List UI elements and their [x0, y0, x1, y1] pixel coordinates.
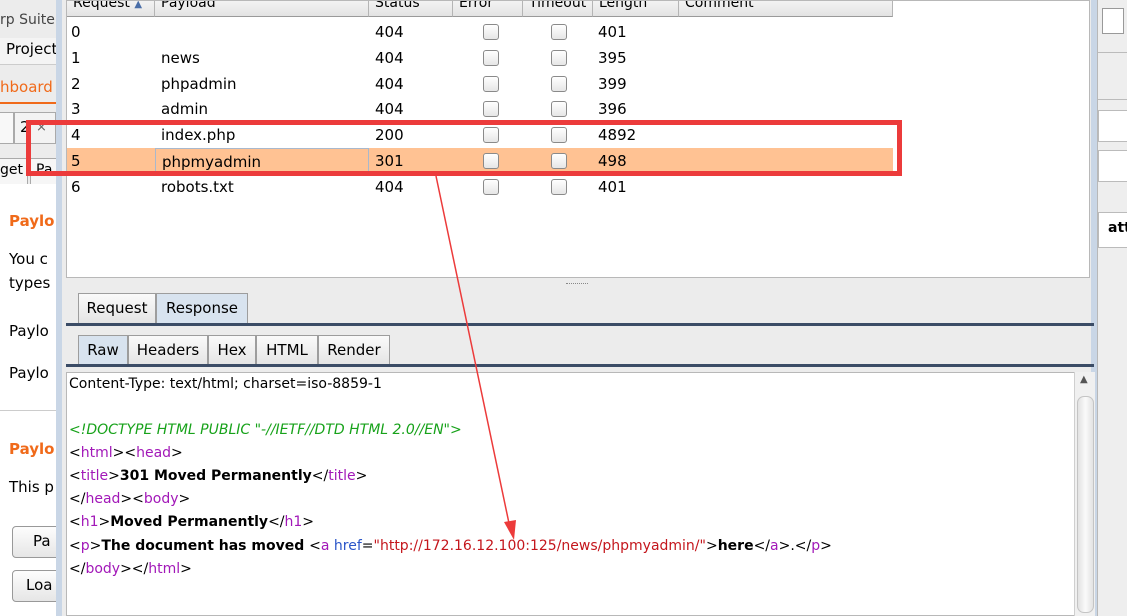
annotation-arrow [435, 175, 516, 540]
